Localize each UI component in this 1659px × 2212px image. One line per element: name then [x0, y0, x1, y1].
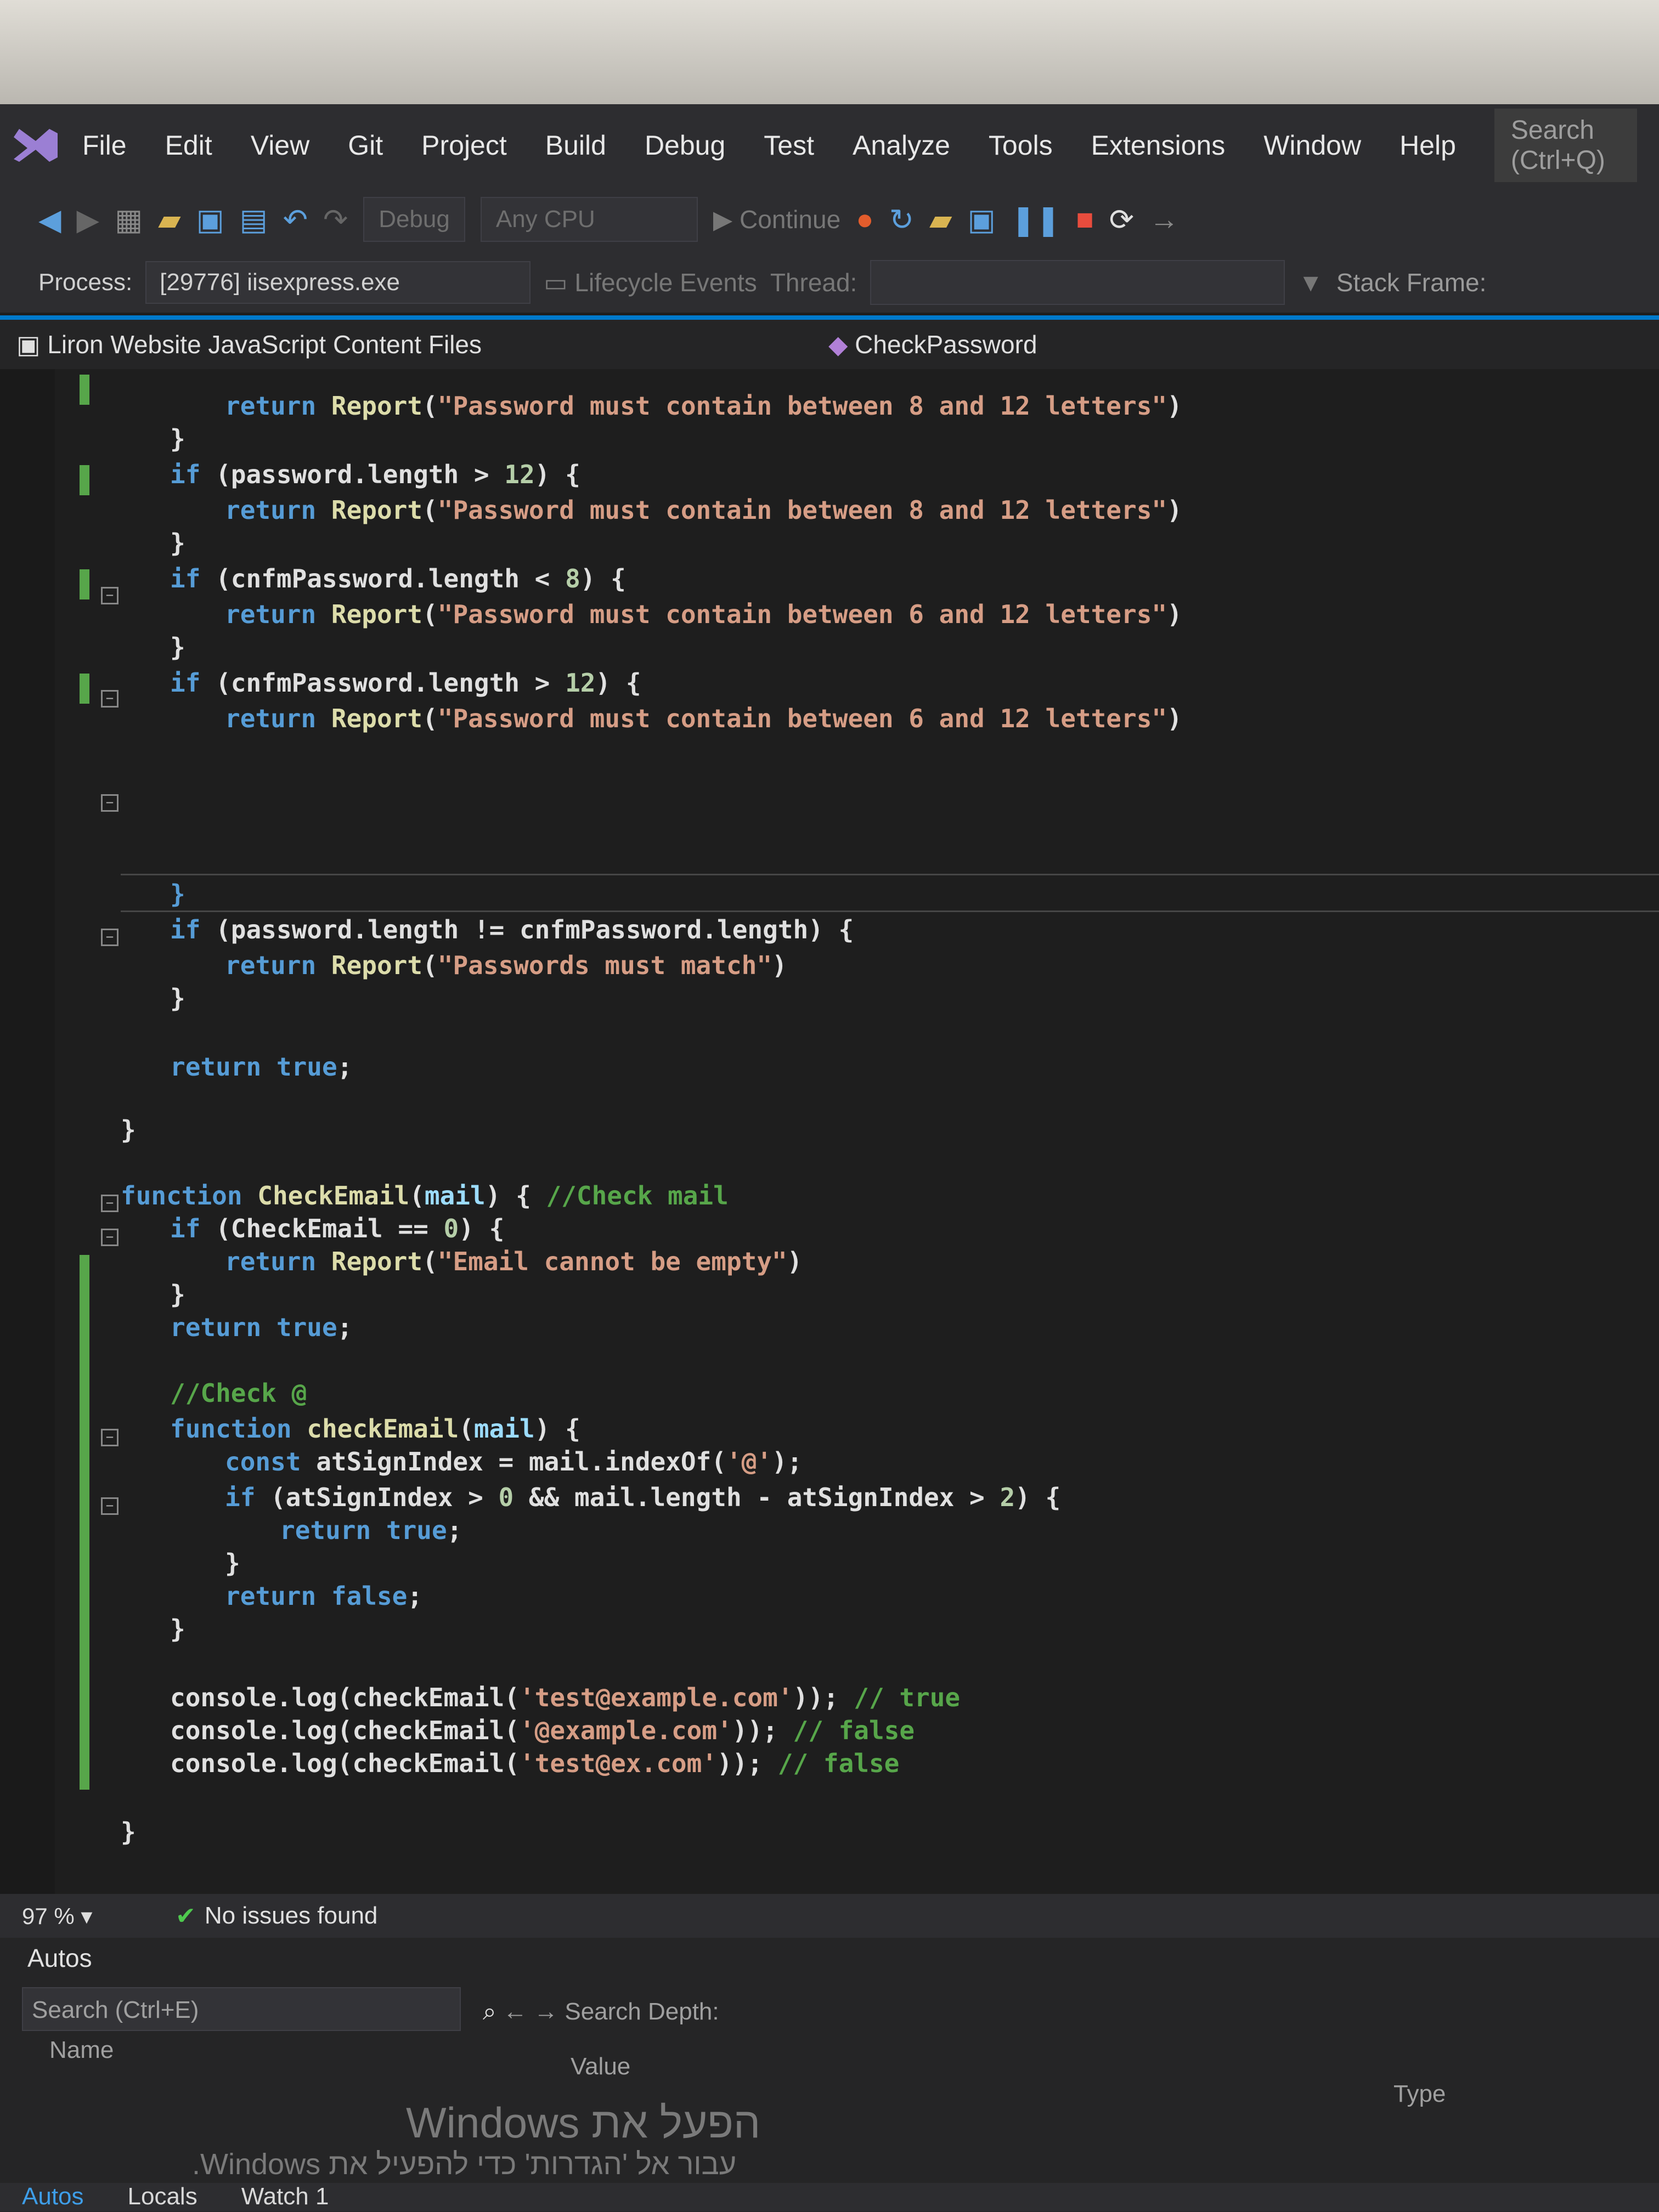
menu-git[interactable]: Git — [348, 129, 383, 161]
standard-toolbar: ◀ ▶ ▦ ▰ ▣ ▤ ↶ ↷ Debug Any CPU ▶ Continue… — [0, 186, 1659, 252]
col-value-header[interactable]: Value — [571, 2053, 630, 2080]
restart-icon[interactable]: ↻ — [889, 202, 914, 237]
collapse-toggle[interactable]: − — [101, 929, 119, 946]
continue-button[interactable]: ▶ Continue — [713, 205, 840, 234]
thread-label: Thread: — [770, 268, 857, 297]
global-search-input[interactable]: Search (Ctrl+Q) — [1494, 109, 1637, 182]
debug-tabs: Autos Locals Watch 1 — [0, 2183, 1659, 2211]
project-dropdown[interactable]: ▣ Liron Website JavaScript Content Files — [16, 330, 828, 359]
collapse-toggle[interactable]: − — [101, 1429, 119, 1446]
stop-icon[interactable]: ■ — [1076, 202, 1094, 236]
menu-window[interactable]: Window — [1263, 129, 1361, 161]
undo-icon[interactable]: ↶ — [283, 202, 308, 237]
new-project-icon[interactable]: ▦ — [115, 202, 143, 237]
member-label: CheckPassword — [855, 330, 1037, 359]
solution-platform-select[interactable]: Any CPU — [480, 197, 698, 242]
col-type-header[interactable]: Type — [1393, 2080, 1446, 2108]
autos-nav: ⌕ ← → Search Depth: — [483, 1998, 719, 2026]
menu-extensions[interactable]: Extensions — [1091, 129, 1226, 161]
lifecycle-label: Lifecycle Events — [574, 268, 757, 297]
project-label: Liron Website JavaScript Content Files — [47, 330, 482, 359]
menu-tools[interactable]: Tools — [989, 129, 1053, 161]
member-dropdown[interactable]: ◆ CheckPassword — [828, 330, 1037, 359]
menu-view[interactable]: View — [251, 129, 309, 161]
check-circle-icon: ✔ — [176, 1902, 196, 1930]
zoom-level[interactable]: 97 % ▾ — [22, 1903, 176, 1930]
forward-arrow-icon[interactable]: → — [534, 1998, 558, 2025]
menu-edit[interactable]: Edit — [165, 129, 212, 161]
vs-window: File Edit View Git Project Build Debug T… — [0, 104, 1659, 2212]
menu-build[interactable]: Build — [545, 129, 606, 161]
tab-locals[interactable]: Locals — [106, 2183, 219, 2211]
show-next-statement-icon[interactable]: → — [1149, 202, 1179, 236]
save-icon[interactable]: ▣ — [196, 202, 224, 237]
method-icon: ◆ — [828, 330, 848, 359]
visual-studio-logo-icon[interactable] — [11, 118, 60, 173]
navigation-bar: ▣ Liron Website JavaScript Content Files… — [0, 320, 1659, 369]
search-icon[interactable]: ⌕ — [483, 1998, 496, 2025]
process-select[interactable]: [29776] iisexpress.exe — [145, 261, 531, 304]
issues-label: No issues found — [204, 1902, 378, 1929]
collapse-toggle[interactable]: − — [101, 587, 119, 604]
menu-help[interactable]: Help — [1400, 129, 1456, 161]
collapse-toggle[interactable]: − — [101, 690, 119, 708]
collapse-toggle[interactable]: − — [101, 1195, 119, 1212]
stack-frame-label: Stack Frame: — [1336, 268, 1487, 297]
code-editor[interactable]: − − − − − − − − return Report("Password … — [0, 369, 1659, 1894]
code-text: return Report("Password must contain bet… — [121, 391, 1182, 1847]
continue-label: Continue — [740, 205, 841, 234]
solution-config-select[interactable]: Debug — [363, 197, 465, 242]
open-folder-icon[interactable]: ▰ — [158, 202, 181, 237]
collapse-toggle[interactable]: − — [101, 1497, 119, 1515]
browse-folder-icon[interactable]: ▰ — [929, 202, 952, 237]
thread-select[interactable] — [870, 260, 1285, 305]
zoom-value: 97 % — [22, 1903, 75, 1929]
debug-location-toolbar: Process: [29776] iisexpress.exe ▭ Lifecy… — [0, 252, 1659, 313]
tab-watch-1[interactable]: Watch 1 — [219, 2183, 351, 2211]
redo-icon[interactable]: ↷ — [323, 202, 348, 237]
active-accent-line — [0, 315, 1659, 320]
forward-nav-icon[interactable]: ▶ — [77, 202, 100, 237]
collapse-toggle[interactable]: − — [101, 794, 119, 812]
autos-title: Autos — [27, 1944, 92, 1972]
activation-watermark-text: עבור אל 'הגדרות' כדי להפעיל את Windows. — [192, 2148, 737, 2181]
save-all-icon[interactable]: ▤ — [240, 202, 268, 237]
filter-icon[interactable]: ▼ — [1298, 268, 1323, 297]
collapse-toggle[interactable]: − — [101, 1229, 119, 1246]
menu-analyze[interactable]: Analyze — [853, 129, 950, 161]
menu-bar: File Edit View Git Project Build Debug T… — [0, 104, 1659, 186]
restart-debug-icon[interactable]: ⟳ — [1109, 202, 1134, 237]
editor-status-bar: 97 % ▾ ✔ No issues found — [0, 1894, 1659, 1938]
autos-search-input[interactable]: Search (Ctrl+E) — [22, 1987, 461, 2031]
screenshot-icon[interactable]: ▣ — [968, 202, 996, 237]
current-line-highlight — [121, 874, 1659, 912]
activation-watermark-title: הפעל את Windows — [406, 2098, 761, 2147]
tab-autos[interactable]: Autos — [0, 2183, 106, 2211]
menu-test[interactable]: Test — [764, 129, 814, 161]
back-nav-icon[interactable]: ◀ — [38, 202, 61, 237]
search-depth-label: Search Depth: — [565, 1998, 719, 2025]
monitor-bezel — [0, 0, 1659, 110]
hot-reload-icon[interactable]: ● — [856, 202, 874, 236]
menu-file[interactable]: File — [82, 129, 127, 161]
back-arrow-icon[interactable]: ← — [503, 1998, 527, 2025]
menu-project[interactable]: Project — [421, 129, 507, 161]
issues-indicator[interactable]: ✔ No issues found — [176, 1902, 377, 1930]
col-name-header[interactable]: Name — [49, 2036, 114, 2064]
lifecycle-events-button[interactable]: ▭ Lifecycle Events — [544, 268, 757, 297]
pause-icon[interactable]: ❚❚ — [1011, 202, 1061, 237]
process-label: Process: — [38, 269, 133, 296]
menu-debug[interactable]: Debug — [645, 129, 725, 161]
